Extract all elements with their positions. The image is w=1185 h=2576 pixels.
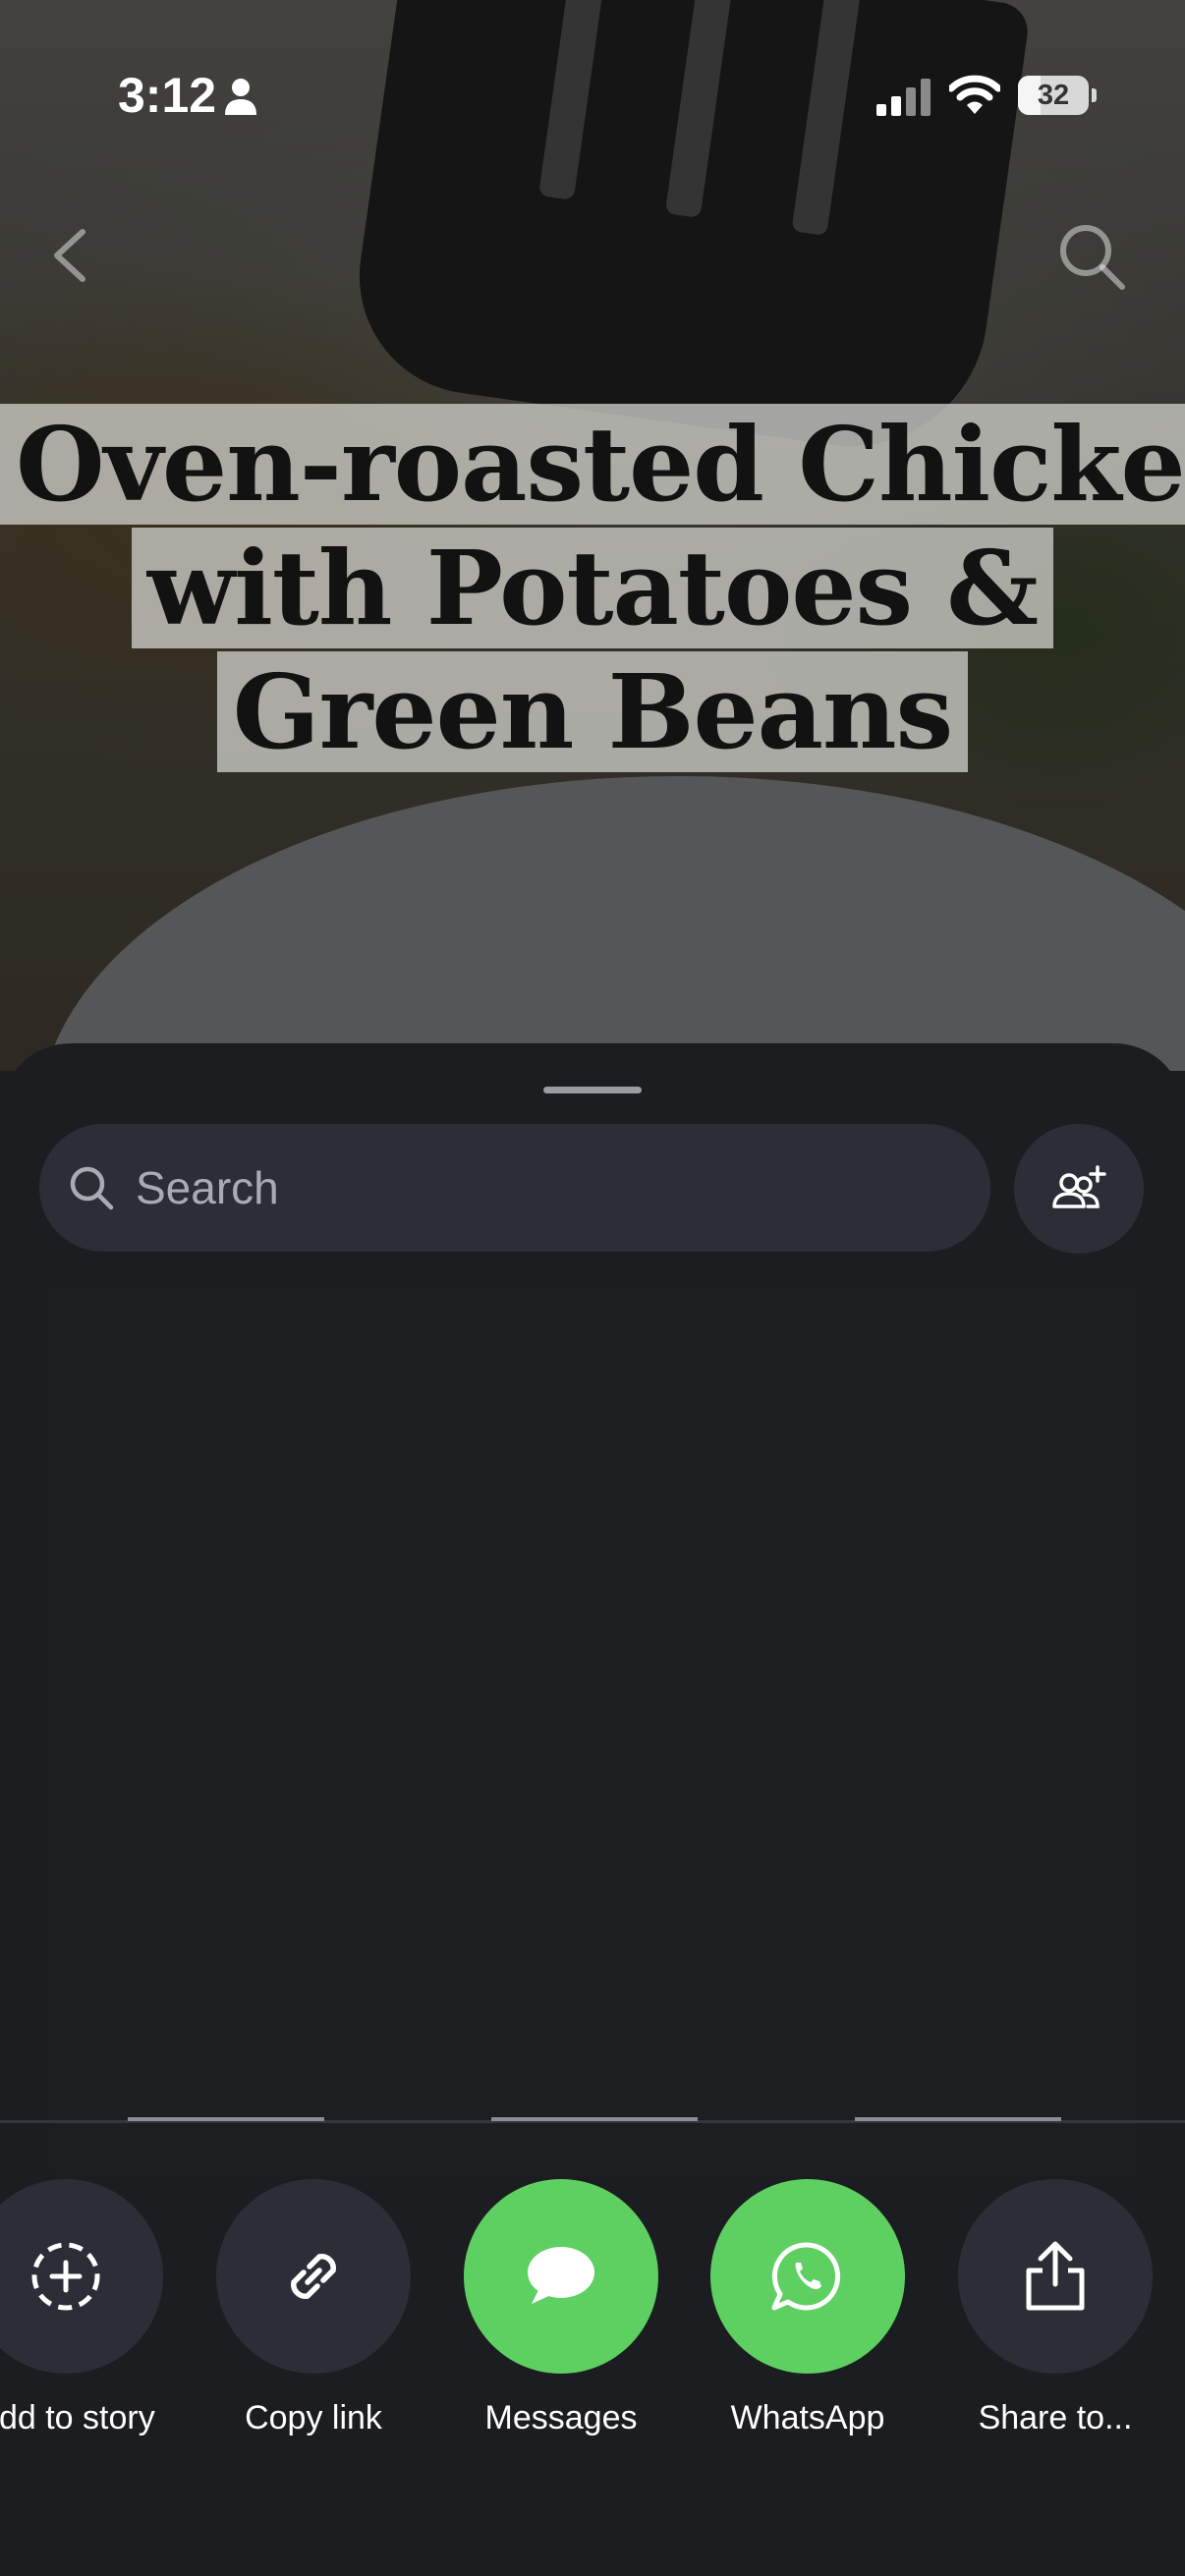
person-icon	[225, 79, 256, 115]
share-action-label: Share to...	[978, 2399, 1133, 2436]
search-icon[interactable]	[1057, 222, 1126, 291]
back-chevron-icon[interactable]	[47, 226, 90, 285]
whatsapp-icon	[771, 2242, 841, 2311]
share-action-add-to-story[interactable]: Add to story	[0, 2179, 194, 2437]
share-action-label: Add to story	[0, 2399, 155, 2436]
contacts-list	[49, 1289, 1136, 2173]
status-bar: 3:12 32	[0, 59, 1185, 138]
battery-indicator: 32	[1018, 76, 1097, 115]
wifi-icon	[949, 75, 1000, 114]
add-people-button[interactable]	[1014, 1124, 1144, 1254]
sheet-grabber[interactable]	[543, 1087, 642, 1093]
status-time: 3:12	[118, 68, 217, 123]
battery-percent: 32	[1037, 80, 1070, 111]
add-story-icon	[31, 2242, 100, 2311]
search-icon	[70, 1166, 114, 1210]
share-action-label: Copy link	[245, 2399, 382, 2436]
share-action-copy-link[interactable]: Copy link	[186, 2179, 441, 2437]
add-people-icon	[1052, 1165, 1106, 1208]
share-action-whatsapp[interactable]: WhatsApp	[680, 2179, 935, 2437]
recipe-title-line-1: Oven-roasted Chicken	[0, 404, 1185, 525]
share-action-share-to[interactable]: Share to...	[928, 2179, 1183, 2437]
recipe-title-line-2: with Potatoes &	[131, 528, 1054, 648]
share-action-label: WhatsApp	[730, 2399, 885, 2436]
search-input[interactable]	[136, 1161, 990, 1214]
share-action-messages[interactable]: Messages	[433, 2179, 689, 2437]
share-actions-row: Add to story Copy link Messages	[0, 2179, 1185, 2454]
share-action-label: Messages	[484, 2399, 638, 2436]
search-field[interactable]	[39, 1124, 990, 1252]
cellular-signal-icon	[876, 79, 931, 116]
video-thumbnail: Oven-roasted Chicken with Potatoes & Gre…	[0, 0, 1185, 1071]
messages-icon	[528, 2247, 594, 2304]
link-icon	[291, 2254, 336, 2299]
share-icon	[1026, 2241, 1085, 2311]
recipe-title-line-3: Green Beans	[216, 651, 969, 772]
recipe-title: Oven-roasted Chicken with Potatoes & Gre…	[0, 403, 1185, 774]
